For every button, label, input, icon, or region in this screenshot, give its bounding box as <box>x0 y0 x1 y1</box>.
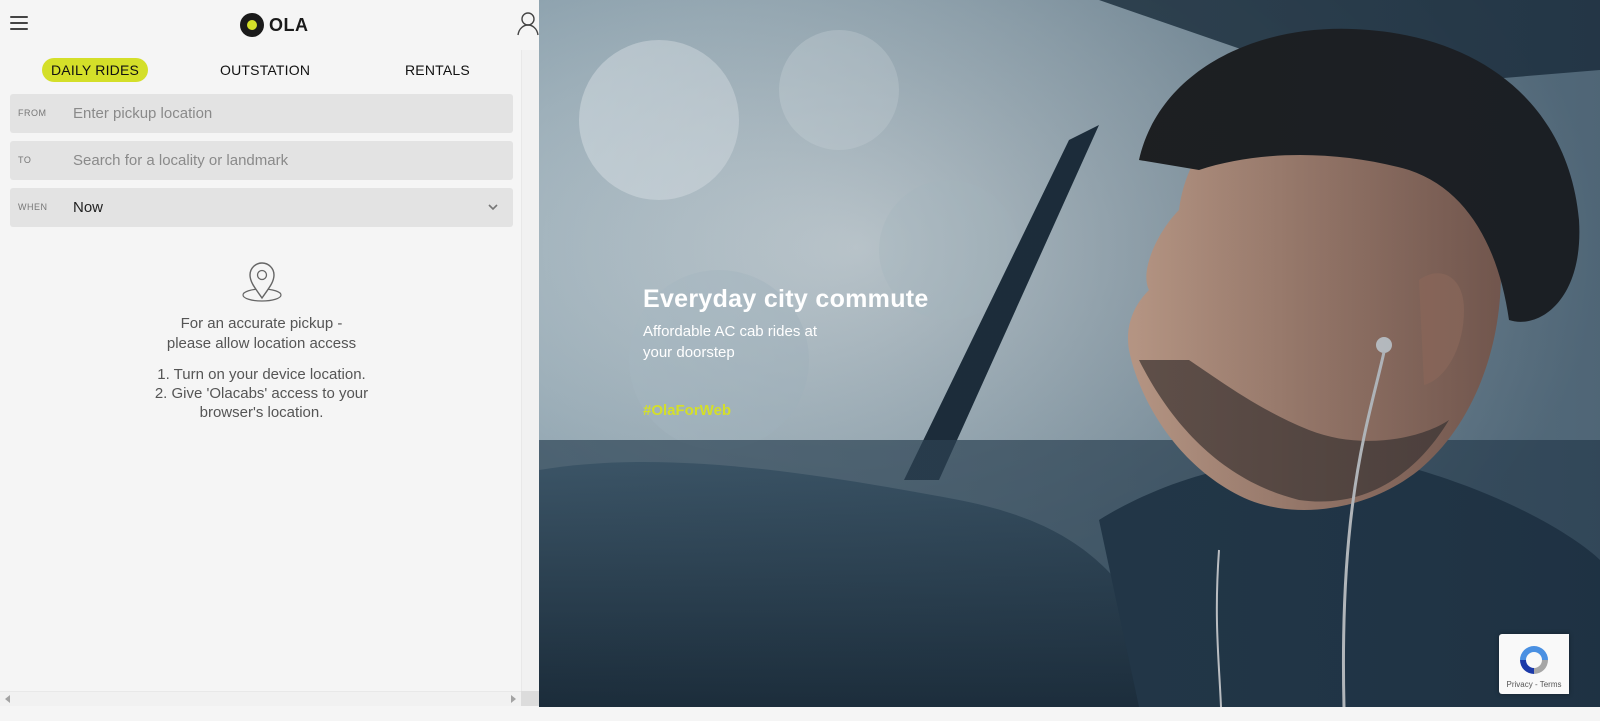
hamburger-menu-icon[interactable] <box>8 14 30 34</box>
hero-subtitle: Affordable AC cab rides at your doorstep <box>643 321 883 363</box>
when-value: Now <box>73 199 104 216</box>
hero-banner: Everyday city commute Affordable AC cab … <box>539 0 1600 707</box>
drop-field[interactable]: TO <box>10 141 513 180</box>
location-prompt: For an accurate pickup - please allow lo… <box>10 262 513 422</box>
scroll-left-arrow-icon[interactable] <box>5 695 10 703</box>
ola-logo-mark <box>240 13 264 37</box>
location-step-2-line2: browser's location. <box>199 404 324 421</box>
location-pin-icon <box>241 262 282 302</box>
location-message-line2: please allow location access <box>166 335 357 352</box>
location-message: For an accurate pickup - please allow lo… <box>10 314 513 354</box>
tab-outstation[interactable]: OUTSTATION <box>211 58 319 82</box>
hero-subtitle-line2: your doorstep <box>643 344 735 361</box>
vertical-scrollbar[interactable] <box>521 50 539 705</box>
tab-rentals[interactable]: RENTALS <box>396 58 479 82</box>
recaptcha-icon <box>1520 646 1548 674</box>
chevron-down-icon <box>488 204 498 211</box>
location-step-2-line1: 2. Give 'Olacabs' access to your <box>154 385 369 402</box>
pickup-label: FROM <box>18 108 47 118</box>
location-message-line1: For an accurate pickup - <box>180 315 343 332</box>
hero-subtitle-line1: Affordable AC cab rides at <box>643 323 817 340</box>
ride-type-tabs: DAILY RIDES OUTSTATION RENTALS <box>0 56 520 84</box>
drop-input[interactable] <box>73 141 503 180</box>
location-steps: 1. Turn on your device location. 2. Give… <box>10 365 513 422</box>
recaptcha-links[interactable]: Privacy - Terms <box>1499 680 1569 689</box>
hero-title: Everyday city commute <box>643 285 929 313</box>
recaptcha-badge[interactable]: Privacy - Terms <box>1499 634 1569 694</box>
tab-daily-rides[interactable]: DAILY RIDES <box>42 58 149 82</box>
booking-panel: OLA DAILY RIDES OUTSTATION RENTALS FROM … <box>0 0 539 721</box>
user-icon[interactable] <box>516 11 540 37</box>
drop-label: TO <box>18 155 32 165</box>
bottom-strip <box>0 706 1600 721</box>
header: OLA <box>0 0 539 50</box>
scrollbar-corner <box>521 691 539 706</box>
scroll-right-arrow-icon[interactable] <box>511 695 516 703</box>
location-step-1: 1. Turn on your device location. <box>157 366 366 383</box>
pickup-input[interactable] <box>73 94 503 133</box>
pickup-field[interactable]: FROM <box>10 94 513 133</box>
when-label: WHEN <box>18 202 48 212</box>
horizontal-scrollbar[interactable] <box>0 691 521 706</box>
ola-logo-text: OLA <box>269 14 309 35</box>
ola-logo[interactable]: OLA <box>240 12 309 38</box>
hero-hashtag: #OlaForWeb <box>643 402 732 419</box>
when-select[interactable]: WHEN Now <box>10 188 513 227</box>
